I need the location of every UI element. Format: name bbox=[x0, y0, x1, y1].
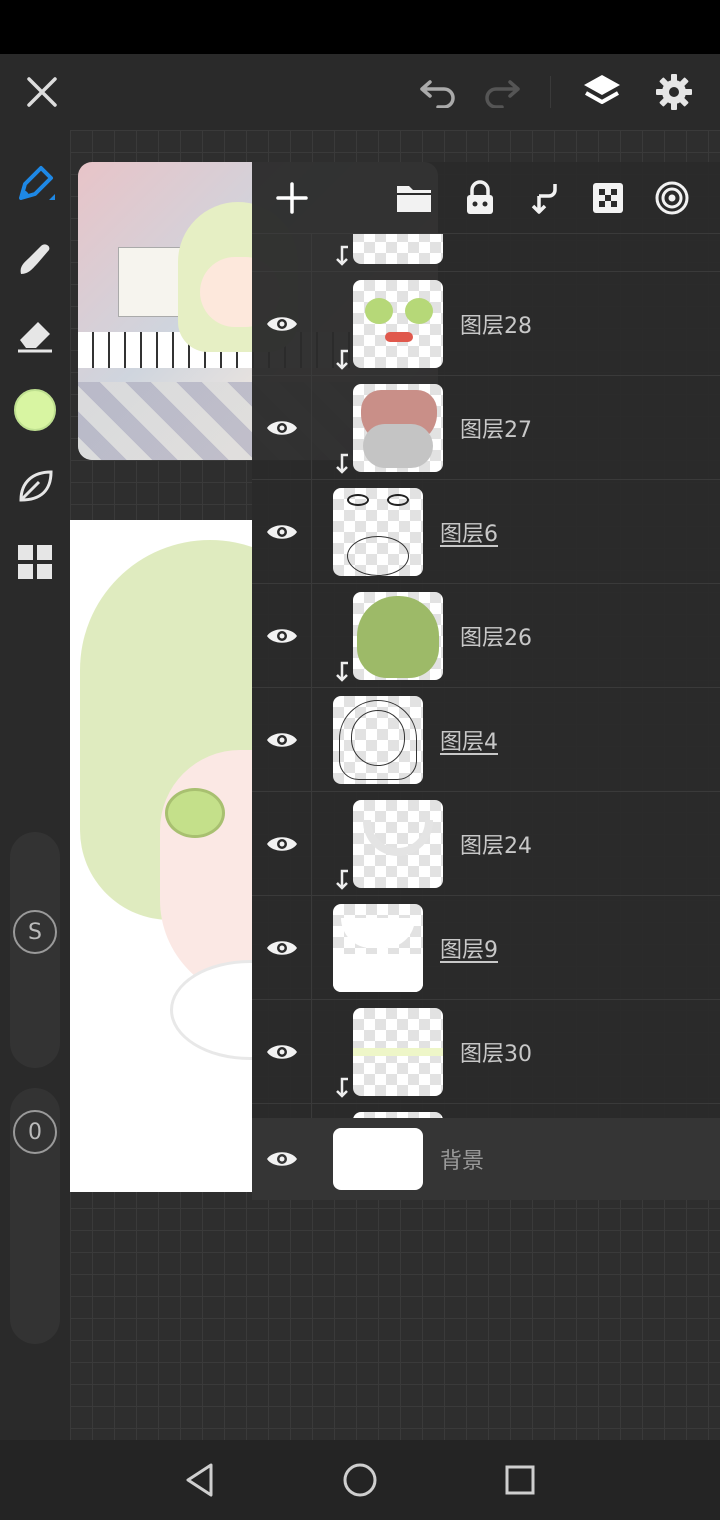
clip-arrow-icon bbox=[336, 661, 348, 682]
visibility-eye-icon[interactable] bbox=[252, 584, 312, 687]
lock-icon[interactable] bbox=[456, 174, 504, 222]
visibility-eye-icon[interactable] bbox=[252, 896, 312, 999]
settings-icon[interactable] bbox=[650, 68, 698, 116]
background-layer-name: 背景 bbox=[440, 1149, 485, 1174]
tool-sidebar: S 0 bbox=[0, 130, 70, 1440]
layer-row[interactable]: 图层28 bbox=[252, 272, 720, 376]
visibility-eye-icon[interactable] bbox=[252, 272, 312, 375]
layer-name: 图层24 bbox=[460, 834, 532, 859]
system-navigation-bar bbox=[0, 1440, 720, 1520]
layer-thumbnail bbox=[353, 384, 443, 472]
drawing-canvas[interactable] bbox=[70, 520, 252, 1192]
status-bar bbox=[0, 0, 720, 54]
brush-size-knob[interactable]: S bbox=[13, 910, 57, 954]
artwork-eye bbox=[165, 788, 225, 838]
layers-toolbar bbox=[252, 162, 720, 234]
smudge-icon[interactable] bbox=[11, 234, 59, 282]
layer-row[interactable]: 图层26 bbox=[252, 584, 720, 688]
layer-thumbnail bbox=[353, 800, 443, 888]
layer-name: 图层6 bbox=[440, 522, 498, 547]
clip-arrow-icon bbox=[336, 453, 348, 474]
layer-thumbnail bbox=[353, 280, 443, 368]
layer-eye-column bbox=[252, 1104, 312, 1118]
layer-list[interactable]: 图层28 图层27 图层6 图层26 图层4 图层24 图层9 图层30 bbox=[252, 234, 720, 1118]
layers-icon[interactable] bbox=[578, 68, 626, 116]
layer-thumbnail bbox=[353, 1008, 443, 1096]
layer-name: 图层28 bbox=[460, 314, 532, 339]
clip-arrow-icon bbox=[336, 869, 348, 890]
visibility-eye-icon[interactable] bbox=[252, 688, 312, 791]
visibility-eye-icon[interactable] bbox=[252, 792, 312, 895]
layer-row[interactable]: 图层24 bbox=[252, 792, 720, 896]
layer-thumbnail bbox=[353, 234, 443, 264]
layer-row[interactable]: 图层4 bbox=[252, 688, 720, 792]
eraser-icon[interactable] bbox=[11, 310, 59, 358]
home-icon[interactable] bbox=[336, 1456, 384, 1504]
clip-arrow-icon bbox=[336, 245, 348, 266]
visibility-eye-icon[interactable] bbox=[252, 376, 312, 479]
color-swatch[interactable] bbox=[11, 386, 59, 434]
layer-thumbnail bbox=[333, 696, 423, 784]
layer-thumbnail bbox=[353, 592, 443, 680]
pen-icon[interactable] bbox=[11, 160, 59, 208]
background-thumbnail bbox=[333, 1128, 423, 1190]
close-icon[interactable] bbox=[18, 68, 66, 116]
recents-icon[interactable] bbox=[496, 1456, 544, 1504]
layer-name: 图层9 bbox=[440, 938, 498, 963]
undo-icon[interactable] bbox=[414, 68, 462, 116]
artwork-collar bbox=[170, 960, 252, 1060]
layers-panel: 图层28 图层27 图层6 图层26 图层4 图层24 图层9 图层30 背景 bbox=[252, 162, 720, 1200]
clip-arrow-icon bbox=[336, 349, 348, 370]
back-icon[interactable] bbox=[176, 1456, 224, 1504]
layer-thumbnail bbox=[333, 904, 423, 992]
grid-menu-icon[interactable] bbox=[11, 538, 59, 586]
top-toolbar bbox=[0, 54, 720, 130]
layer-name: 图层30 bbox=[460, 1042, 532, 1067]
toolbar-divider bbox=[550, 76, 551, 108]
visibility-eye-icon[interactable] bbox=[252, 1000, 312, 1103]
leaf-icon[interactable] bbox=[11, 462, 59, 510]
background-layer-row[interactable]: 背景 bbox=[252, 1118, 720, 1200]
clip-arrow-icon bbox=[336, 1077, 348, 1098]
transparency-icon[interactable] bbox=[584, 174, 632, 222]
layer-name: 图层4 bbox=[440, 730, 498, 755]
layer-row[interactable]: 图层27 bbox=[252, 376, 720, 480]
layer-row[interactable]: 图层30 bbox=[252, 1000, 720, 1104]
redo-icon[interactable] bbox=[478, 68, 526, 116]
layer-row[interactable]: 图层9 bbox=[252, 896, 720, 1000]
folder-icon[interactable] bbox=[390, 174, 438, 222]
layer-row[interactable]: 图层6 bbox=[252, 480, 720, 584]
layer-name: 图层26 bbox=[460, 626, 532, 651]
opacity-knob[interactable]: 0 bbox=[13, 1110, 57, 1154]
visibility-eye-icon[interactable] bbox=[252, 480, 312, 583]
layer-thumbnail bbox=[333, 488, 423, 576]
layer-name: 图层27 bbox=[460, 418, 532, 443]
blend-mode-icon[interactable] bbox=[648, 174, 696, 222]
layer-row[interactable] bbox=[252, 1104, 720, 1118]
visibility-eye-icon[interactable] bbox=[252, 1118, 312, 1200]
add-layer-icon[interactable] bbox=[268, 174, 316, 222]
clip-icon[interactable] bbox=[520, 174, 568, 222]
layer-eye-column bbox=[252, 234, 312, 271]
layer-row[interactable] bbox=[252, 234, 720, 272]
